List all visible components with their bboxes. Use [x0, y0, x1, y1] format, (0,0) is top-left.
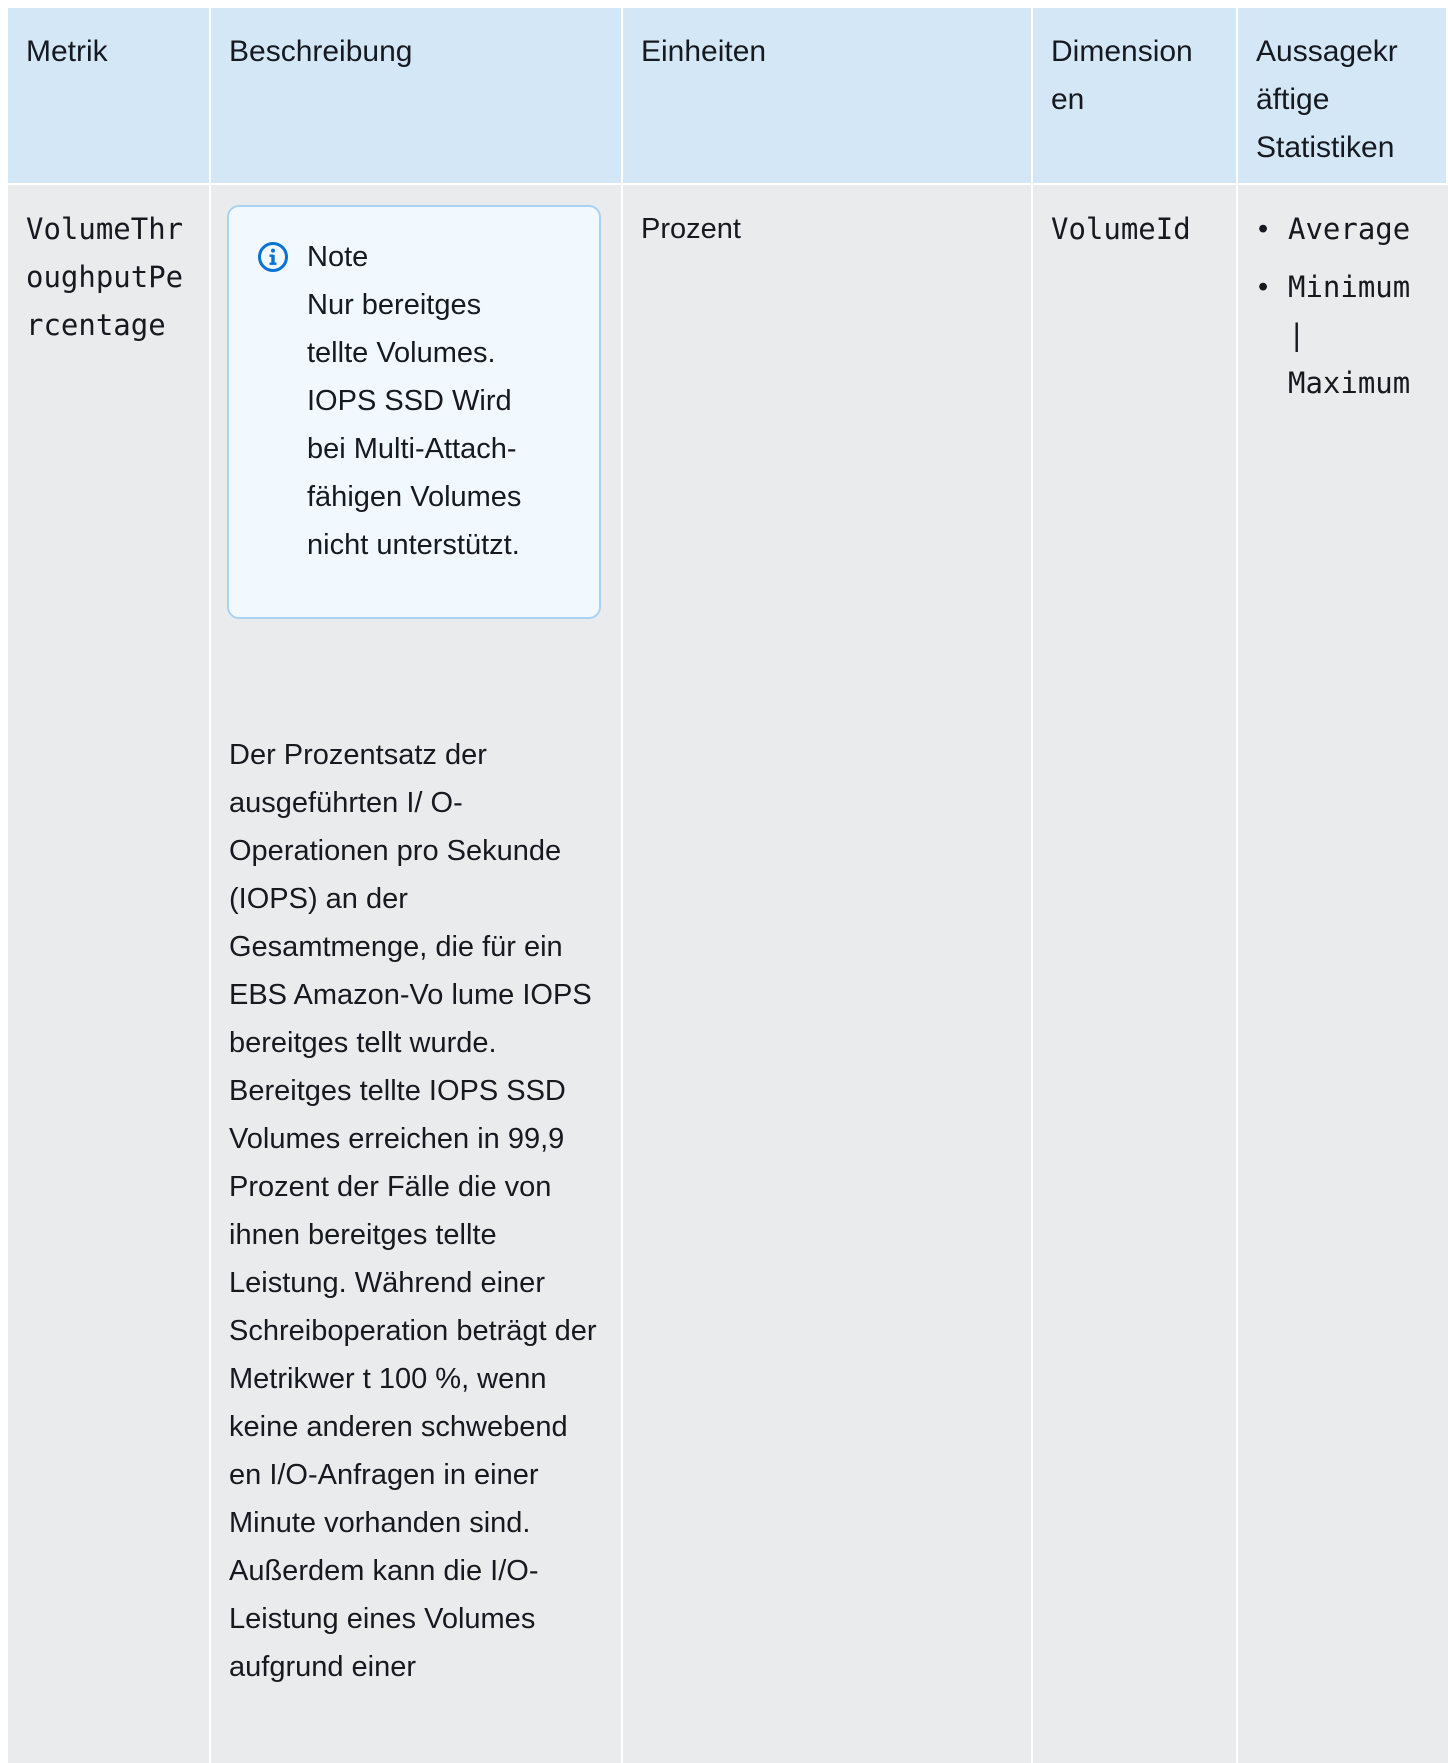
header-statistics-label: Aussagekr äftige Statistiken — [1256, 35, 1398, 164]
description-cell: Note Nur bereitges tellte Volumes. IOPS … — [211, 185, 623, 1763]
statistics-cell: • Average • Minimum | Maximum — [1238, 185, 1448, 1763]
header-statistics: Aussagekr äftige Statistiken — [1238, 8, 1448, 185]
units-cell: Prozent — [623, 185, 1033, 1763]
header-dimensions: Dimension en — [1033, 8, 1238, 185]
header-description: Beschreibung — [211, 8, 623, 185]
note-box: Note Nur bereitges tellte Volumes. IOPS … — [227, 205, 601, 619]
dimension-cell: VolumeId — [1033, 185, 1238, 1763]
units-value: Prozent — [641, 213, 741, 245]
bullet-icon: • — [1258, 271, 1269, 303]
header-units: Einheiten — [623, 8, 1033, 185]
note-header: Note — [257, 233, 579, 281]
statistic-item: • Average — [1256, 205, 1430, 253]
bullet-icon: • — [1258, 213, 1269, 245]
metrics-table: Metrik Beschreibung Einheiten Dimension … — [8, 8, 1448, 1763]
dimension-value: VolumeId — [1051, 212, 1191, 246]
metric-cell: VolumeThroughputPercentage — [8, 185, 211, 1763]
note-title: Note — [307, 241, 369, 273]
statistic-average: Average — [1288, 212, 1411, 246]
statistic-item: • Minimum | Maximum — [1256, 263, 1430, 407]
statistics-list: • Average • Minimum | Maximum — [1256, 205, 1430, 407]
metric-name: VolumeThroughputPercentage — [26, 212, 184, 342]
info-circle-icon — [258, 242, 288, 272]
note-text: Nur bereitges tellte Volumes. IOPS SSD W… — [307, 289, 522, 561]
header-dimensions-label: Dimension en — [1051, 35, 1193, 116]
metric-description: Der Prozentsatz der ausgeführten I/ O-Op… — [229, 739, 597, 1683]
header-metric: Metrik — [8, 8, 211, 185]
statistic-min-max: Minimum | Maximum — [1288, 270, 1411, 400]
